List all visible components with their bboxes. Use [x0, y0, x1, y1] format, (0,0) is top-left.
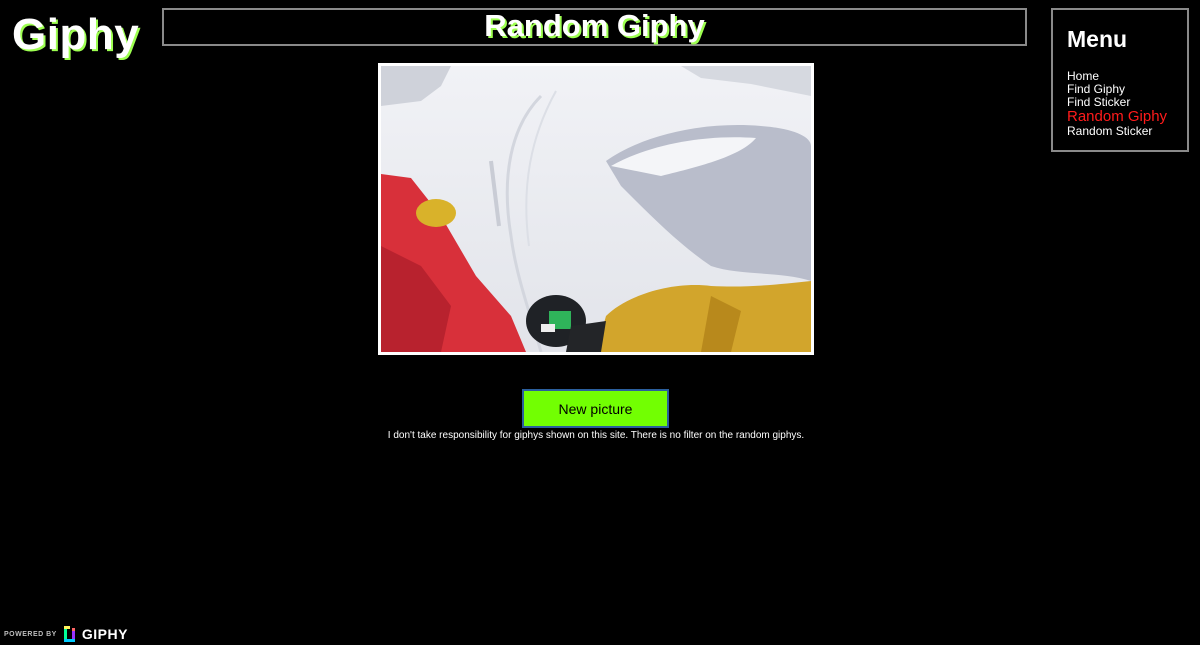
disclaimer-text: I don't take responsibility for giphys s…	[387, 430, 805, 441]
giphy-wordmark: GIPHY	[81, 626, 128, 642]
new-picture-button[interactable]: New picture	[522, 389, 669, 428]
random-gif-image	[378, 63, 814, 355]
powered-by-label: POWERED BY	[4, 630, 57, 638]
giphy-logo-icon	[63, 626, 75, 642]
menu-heading: Menu	[1067, 26, 1128, 52]
page-title: Random Giphy	[484, 8, 705, 43]
page: Giphy Random Giphy Menu Home Find Giphy …	[0, 0, 1200, 645]
powered-by-giphy[interactable]: POWERED BY GIPHY	[4, 626, 128, 642]
page-header: Random Giphy	[162, 8, 1027, 46]
side-menu: Menu Home Find Giphy Find Sticker Random…	[1051, 8, 1189, 152]
menu-item-random-sticker[interactable]: Random Sticker	[1067, 125, 1187, 138]
snowboard-gif-image	[381, 66, 811, 352]
menu-list: Home Find Giphy Find Sticker Random Giph…	[1067, 70, 1187, 138]
menu-item-random-giphy[interactable]: Random Giphy	[1067, 109, 1187, 125]
site-logo[interactable]: Giphy	[12, 10, 139, 60]
